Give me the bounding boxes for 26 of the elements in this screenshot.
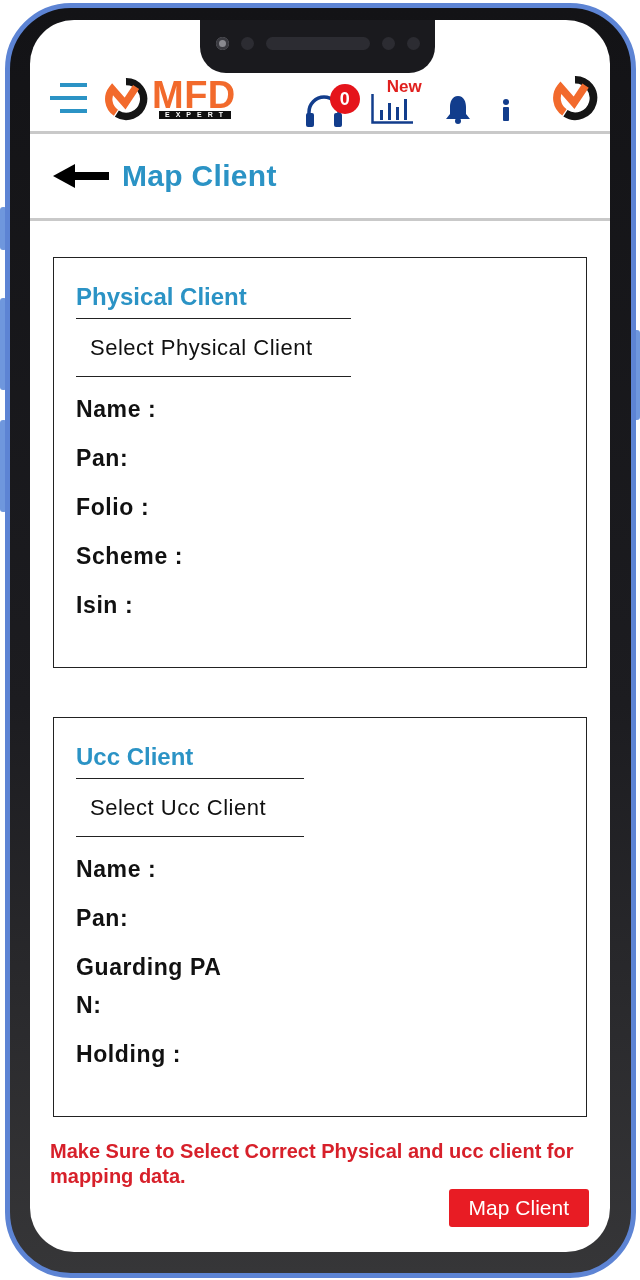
field-label: Holding : bbox=[76, 1040, 182, 1069]
brand-name: MFD bbox=[152, 80, 236, 111]
field-label: Scheme : bbox=[76, 542, 184, 571]
page-title: Map Client bbox=[122, 159, 277, 193]
logo-mark-icon bbox=[104, 77, 148, 121]
field-label: Folio : bbox=[76, 493, 150, 522]
card-title: Physical Client bbox=[76, 283, 247, 311]
field-label: Guarding PA N: bbox=[76, 953, 222, 1020]
warning-message: Make Sure to Select Correct Physical and ucc client for mapping data. bbox=[50, 1139, 575, 1189]
back-arrow-icon[interactable] bbox=[53, 163, 109, 189]
count-badge: 0 bbox=[329, 84, 360, 114]
field-label: Isin : bbox=[76, 591, 134, 620]
info-icon[interactable] bbox=[501, 99, 510, 121]
field-label: Pan: bbox=[76, 444, 129, 473]
logo-mark-icon bbox=[551, 75, 598, 121]
field-label: Name : bbox=[76, 395, 157, 424]
bar-chart-icon[interactable] bbox=[370, 94, 413, 124]
select-field[interactable]: Select Physical Client bbox=[76, 318, 351, 377]
field-label: Name : bbox=[76, 855, 157, 884]
field-label: Pan: bbox=[76, 904, 129, 933]
card-title: Ucc Client bbox=[76, 743, 194, 771]
new-label: New bbox=[386, 79, 422, 94]
map-client-button[interactable]: Map Client bbox=[448, 1189, 589, 1227]
select-field[interactable]: Select Ucc Client bbox=[76, 778, 304, 837]
menu-icon[interactable] bbox=[50, 83, 87, 113]
bell-icon[interactable] bbox=[444, 94, 471, 124]
